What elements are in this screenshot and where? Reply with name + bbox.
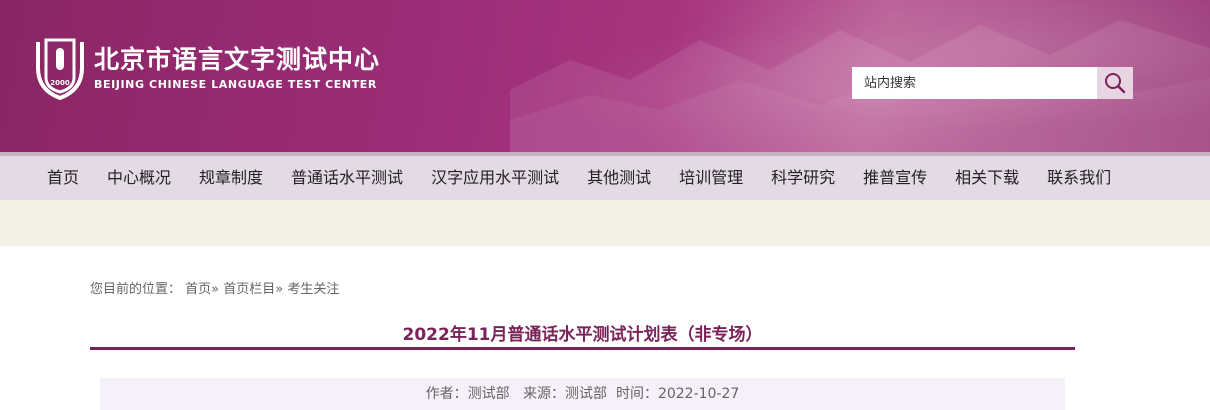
breadcrumb-separator: » [211,282,220,297]
nav-item-hanzi-test[interactable]: 汉字应用水平测试 [417,156,573,200]
nav-item-regulations[interactable]: 规章制度 [185,156,277,200]
article-meta: 作者：测试部 来源：测试部 时间：2022-10-27 [100,378,1065,410]
search-input[interactable] [852,67,1097,99]
nav-item-research[interactable]: 科学研究 [757,156,849,200]
search-button[interactable] [1097,67,1133,99]
banner-strip [0,200,1210,246]
main-nav: 首页 中心概况 规章制度 普通话水平测试 汉字应用水平测试 其他测试 培训管理 … [0,156,1210,200]
site-title-en: BEIJING CHINESE LANGUAGE TEST CENTER [94,78,377,91]
site-title-cn: 北京市语言文字测试中心 [94,45,381,74]
nav-item-other-tests[interactable]: 其他测试 [573,156,665,200]
nav-item-downloads[interactable]: 相关下载 [941,156,1033,200]
nav-item-training[interactable]: 培训管理 [665,156,757,200]
nav-item-home[interactable]: 首页 [33,156,93,200]
search-icon [1105,73,1126,94]
breadcrumb-prefix: 您目前的位置： [90,282,182,297]
breadcrumb-separator: » [275,282,284,297]
title-underline [90,347,1075,350]
emblem-year: 2000 [50,79,70,87]
site-header: 2000 北京市语言文字测试中心 BEIJING CHINESE LANGUAG… [0,0,1210,152]
nav-item-promotion[interactable]: 推普宣传 [849,156,941,200]
search-box [852,67,1133,99]
nav-item-contact[interactable]: 联系我们 [1033,156,1125,200]
nav-item-putonghua-test[interactable]: 普通话水平测试 [277,156,417,200]
emblem-icon: 2000 [36,38,84,100]
article-content: 您目前的位置： 首页» 首页栏目» 考生关注 2022年11月普通话水平测试计划… [0,246,1210,410]
site-logo[interactable]: 2000 北京市语言文字测试中心 BEIJING CHINESE LANGUAG… [32,38,380,100]
breadcrumb-home-link[interactable]: 首页 [185,282,211,297]
breadcrumb-section-link[interactable]: 首页栏目 [223,282,275,297]
breadcrumb: 您目前的位置： 首页» 首页栏目» 考生关注 [90,278,339,297]
logo-text: 北京市语言文字测试中心 BEIJING CHINESE LANGUAGE TES… [94,45,380,93]
nav-item-about[interactable]: 中心概况 [93,156,185,200]
breadcrumb-current-link[interactable]: 考生关注 [287,282,339,297]
article-title: 2022年11月普通话水平测试计划表（非专场） [402,325,763,345]
